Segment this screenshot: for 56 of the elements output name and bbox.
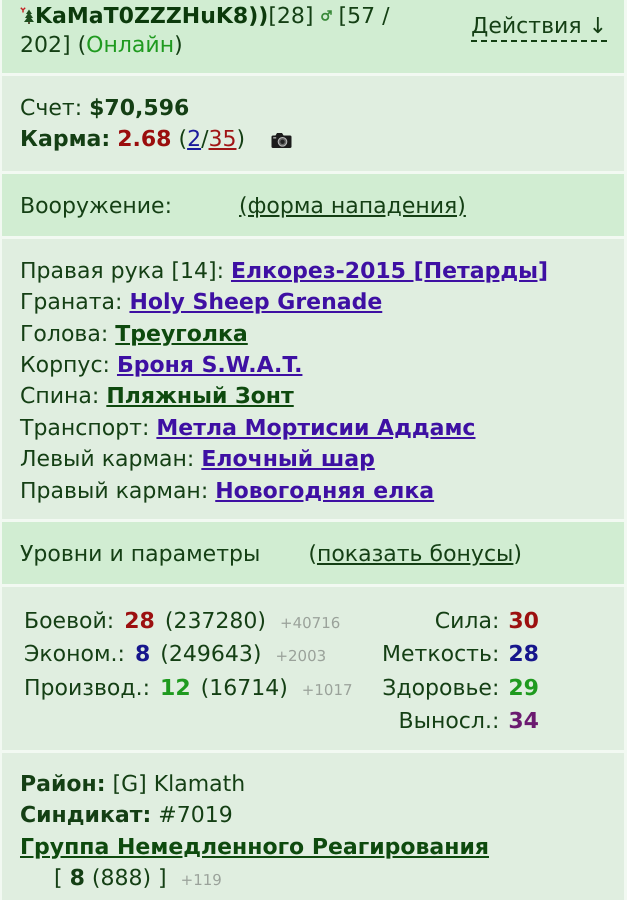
actions-menu-link[interactable]: Действия ↓	[471, 14, 607, 42]
item-link[interactable]: Елкорез-2015 [Петарды]	[230, 256, 548, 288]
balance-text: Счет: $70,596	[20, 95, 190, 123]
item-link[interactable]: Новогодняя елка	[215, 476, 434, 508]
skill-level: 28	[124, 608, 155, 636]
levels-title: Уровни и параметры	[20, 541, 260, 570]
attribute-label: Здоровье:	[382, 674, 500, 703]
attribute-value: 30	[508, 608, 539, 636]
bracket-text: )	[513, 541, 522, 570]
camera-icon	[271, 131, 292, 150]
attribute-label: Меткость:	[382, 641, 500, 670]
skill-label: Боевой:	[24, 608, 114, 636]
skill-experience: (16714)	[200, 674, 288, 703]
syndicate-rank-text: [ 8 (888) ]	[54, 864, 167, 893]
skill-level: 12	[160, 674, 191, 703]
skill-label: Эконом.:	[24, 641, 125, 670]
attribute-label: Выносл.:	[398, 708, 500, 736]
skill-level: 8	[134, 641, 150, 670]
weapons-title: Вооружение:	[20, 192, 173, 221]
syndicate-text: Синдикат: #7019 Группа Немедленного Реагирования	[20, 802, 490, 862]
skill-experience: (249643)	[160, 641, 262, 670]
bracket-text: (	[308, 541, 317, 570]
slot-label: Транспорт:	[20, 414, 150, 443]
item-link[interactable]: Броня S.W.A.T.	[116, 350, 302, 382]
skill-bonus: +40716	[280, 613, 340, 634]
skill-bonus: +2003	[275, 646, 326, 668]
item-link[interactable]: Елочный шар	[201, 444, 375, 476]
fir-tree-icon	[20, 7, 34, 24]
skill-bonus: +1017	[302, 680, 353, 701]
attribute-label: Сила:	[434, 608, 500, 636]
slot-label: Граната:	[20, 289, 122, 318]
slot-label: Правый карман:	[20, 478, 208, 506]
district-text: Район: [G] Klamath	[20, 770, 246, 799]
item-link[interactable]: Пляжный Зонт	[106, 381, 294, 413]
slot-label: Правая рука [14]:	[20, 258, 224, 286]
slot-label: Корпус:	[20, 352, 110, 380]
attribute-value: 28	[508, 641, 539, 670]
syndicate-bonus: +119	[180, 870, 222, 891]
slot-label: Спина:	[20, 383, 100, 412]
item-link[interactable]: Holy Sheep Grenade	[129, 287, 382, 319]
attribute-value: 34	[508, 708, 539, 736]
karma-minus-link[interactable]: 35	[208, 127, 236, 152]
karma-text: Карма: 2.68 (2/35)	[20, 126, 246, 154]
item-link[interactable]: Метла Мортисии Аддамс	[156, 412, 476, 444]
show-bonuses-link[interactable]: показать бонусы	[316, 540, 514, 570]
syndicate-link[interactable]: Группа Немедленного Реагирования	[20, 834, 490, 860]
attack-form-link[interactable]: (форма нападения)	[239, 192, 466, 222]
male-symbol-icon	[320, 10, 332, 21]
slot-label: Левый карман:	[20, 446, 194, 474]
slot-label: Голова:	[20, 320, 108, 349]
player-heading: KaMaT0ZZZHuK8))[28] [57 / 202] (Онлайн)	[20, 3, 390, 60]
item-link[interactable]: Треуголка	[115, 318, 248, 350]
skill-experience: (237280)	[164, 608, 266, 636]
skill-label: Производ.:	[24, 674, 150, 703]
karma-plus-link[interactable]: 2	[187, 127, 202, 152]
attribute-value: 29	[508, 674, 539, 703]
